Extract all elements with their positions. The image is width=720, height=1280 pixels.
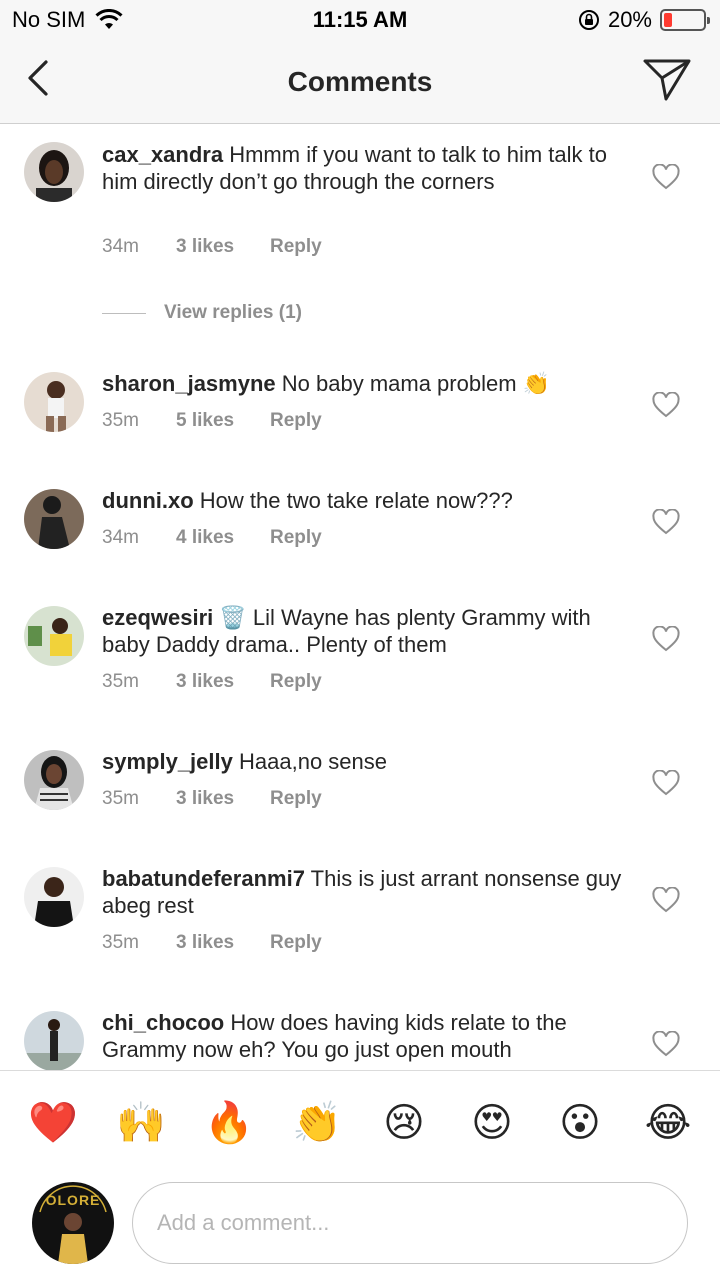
comment-username[interactable]: sharon_jasmyne — [102, 371, 276, 396]
reply-button[interactable]: Reply — [270, 410, 322, 432]
red-heart-emoji-button[interactable]: ❤️ — [28, 1099, 78, 1147]
comment-time: 34m — [102, 236, 139, 257]
comment-text: babatundeferanmi7 This is just arrant no… — [102, 865, 622, 919]
comment-text: dunni.xo How the two take relate now??? — [102, 487, 622, 514]
comment-input[interactable] — [132, 1182, 688, 1264]
comment-time: 35m — [102, 410, 139, 431]
heart-eyes-emoji-button[interactable]: 😍 — [468, 1099, 516, 1147]
view-replies-button[interactable]: View replies (1) — [102, 302, 302, 324]
comment-body: How the two take relate now??? — [199, 488, 513, 513]
battery-icon — [660, 9, 710, 31]
clapping-hands-emoji-button[interactable]: 👏 — [292, 1099, 342, 1147]
comment-likes[interactable]: 3 likes — [176, 236, 270, 258]
heart-outline-icon[interactable] — [652, 887, 680, 913]
comment-likes[interactable]: 3 likes — [176, 788, 270, 810]
comment-meta: 35m 3 likes Reply — [102, 788, 322, 810]
emoji-quick-bar: ❤️ 🙌 🔥 👏 😢 😍 😮 😂 — [0, 1070, 720, 1170]
avatar[interactable] — [24, 1011, 84, 1070]
avatar[interactable] — [24, 372, 84, 432]
comment-username[interactable]: cax_xandra — [102, 142, 223, 167]
battery-level — [664, 13, 672, 27]
reply-button[interactable]: Reply — [270, 932, 322, 954]
battery-group: 20% — [578, 7, 710, 33]
comment-meta: 35m 3 likes Reply — [102, 671, 322, 693]
raising-hands-emoji-button[interactable]: 🙌 — [116, 1099, 166, 1147]
comment-meta: 35m 5 likes Reply — [102, 410, 322, 432]
reply-button[interactable]: Reply — [270, 527, 322, 549]
comment-likes[interactable]: 3 likes — [176, 671, 270, 693]
crying-face-emoji-button[interactable]: 😢 — [380, 1099, 428, 1147]
comment-likes[interactable]: 4 likes — [176, 527, 270, 549]
comment-username[interactable]: babatundeferanmi7 — [102, 866, 305, 891]
comment-likes[interactable]: 3 likes — [176, 932, 270, 954]
heart-outline-icon[interactable] — [652, 626, 680, 652]
nav-bar: Comments — [0, 40, 720, 124]
my-avatar[interactable]: OLORE — [32, 1182, 114, 1264]
heart-outline-icon[interactable] — [652, 509, 680, 535]
page-title: Comments — [287, 66, 433, 97]
status-bar: No SIM 11:15 AM 20% — [0, 0, 720, 40]
comment-text: sharon_jasmyne No baby mama problem 👏 — [102, 370, 622, 397]
tears-of-joy-emoji-button[interactable]: 😂 — [644, 1099, 692, 1147]
divider — [102, 312, 146, 314]
avatar[interactable] — [24, 489, 84, 549]
fire-emoji-button[interactable]: 🔥 — [204, 1099, 254, 1147]
comment-meta: 34m 3 likes Reply — [102, 236, 322, 258]
comment-text: cax_xandra Hmmm if you want to talk to h… — [102, 141, 622, 195]
comment-username[interactable]: chi_chocoo — [102, 1010, 224, 1035]
comment-meta: 35m 3 likes Reply — [102, 932, 322, 954]
reply-button[interactable]: Reply — [270, 788, 322, 810]
reply-button[interactable]: Reply — [270, 671, 322, 693]
battery-percent: 20% — [607, 7, 652, 32]
surprised-face-emoji-button[interactable]: 😮 — [556, 1099, 604, 1147]
comment-time: 34m — [102, 527, 139, 548]
comment-username[interactable]: ezeqwesiri 🗑️ — [102, 605, 247, 630]
comment-meta: 34m 4 likes Reply — [102, 527, 322, 549]
avatar[interactable] — [24, 867, 84, 927]
comment-time: 35m — [102, 932, 139, 953]
comment-username[interactable]: symply_jelly — [102, 749, 233, 774]
comment-likes[interactable]: 5 likes — [176, 410, 270, 432]
heart-outline-icon[interactable] — [652, 392, 680, 418]
avatar[interactable] — [24, 142, 84, 202]
comment-text: chi_chocoo How does having kids relate t… — [102, 1009, 622, 1063]
avatar[interactable] — [24, 606, 84, 666]
comment-body: No baby mama problem 👏 — [281, 371, 551, 396]
comment-list[interactable]: cax_xandra Hmmm if you want to talk to h… — [0, 124, 720, 1070]
comment-time: 35m — [102, 788, 139, 809]
comment-time: 35m — [102, 671, 139, 692]
avatar[interactable] — [24, 750, 84, 810]
heart-outline-icon[interactable] — [652, 770, 680, 796]
comment-text: symply_jelly Haaa,no sense — [102, 748, 622, 775]
comment-composer: OLORE — [0, 1170, 720, 1280]
comment-text: ezeqwesiri 🗑️ Lil Wayne has plenty Gramm… — [102, 604, 622, 658]
comment-body: Haaa,no sense — [239, 749, 387, 774]
reply-button[interactable]: Reply — [270, 236, 322, 258]
comment-username[interactable]: dunni.xo — [102, 488, 194, 513]
paper-plane-icon[interactable] — [642, 56, 692, 102]
avatar-photo — [39, 1185, 107, 1264]
heart-outline-icon[interactable] — [652, 164, 680, 190]
orientation-lock-icon — [578, 10, 599, 30]
view-replies-label[interactable]: View replies (1) — [164, 302, 302, 324]
heart-outline-icon[interactable] — [652, 1031, 680, 1057]
